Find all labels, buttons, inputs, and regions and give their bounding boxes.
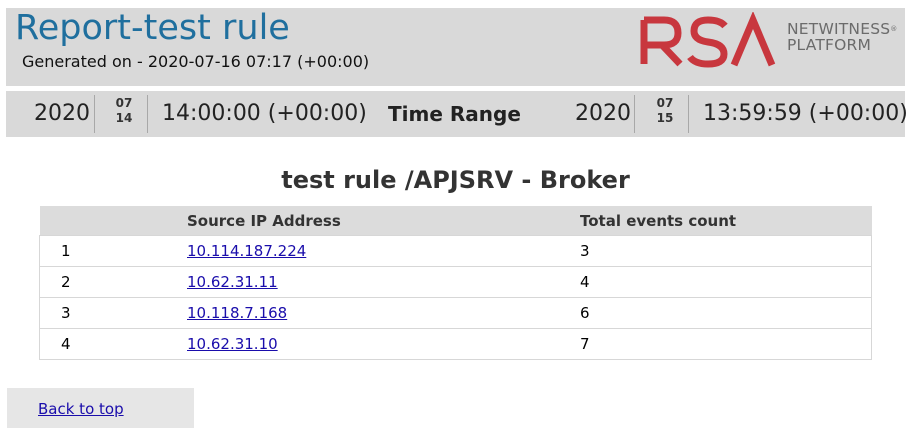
source-ip-cell: 10.118.7.168 bbox=[187, 297, 580, 329]
divider bbox=[634, 95, 635, 133]
event-count: 6 bbox=[580, 297, 872, 329]
source-ip-cell: 10.62.31.10 bbox=[187, 328, 580, 360]
source-ip-link[interactable]: 10.118.7.168 bbox=[187, 304, 287, 322]
back-to-top-link[interactable]: Back to top bbox=[38, 400, 124, 418]
report-title: Report-test rule bbox=[15, 8, 290, 48]
section-title: test rule /APJSRV - Broker bbox=[281, 166, 630, 194]
time-range-label: Time Range bbox=[388, 102, 521, 126]
time-range-bar: 2020 07 14 14:00:00 (+00:00) Time Range … bbox=[6, 91, 908, 137]
start-year: 2020 bbox=[34, 101, 90, 126]
divider bbox=[94, 95, 95, 133]
start-month: 07 bbox=[115, 96, 133, 110]
source-ip-link[interactable]: 10.114.187.224 bbox=[187, 242, 306, 260]
logo-reg-mark: ® bbox=[890, 25, 898, 33]
report-header: Report-test rule Generated on - 2020-07-… bbox=[6, 8, 905, 86]
start-day: 14 bbox=[115, 111, 133, 125]
back-to-top-panel: Back to top bbox=[7, 388, 194, 428]
results-table: Source IP Address Total events count 1 1… bbox=[39, 206, 872, 360]
divider bbox=[688, 95, 689, 133]
rsa-logo-mark-icon bbox=[640, 12, 776, 68]
column-header-total-events: Total events count bbox=[580, 206, 872, 236]
end-time: 13:59:59 (+00:00) bbox=[703, 101, 908, 126]
row-index: 3 bbox=[39, 297, 187, 329]
table-header-row: Source IP Address Total events count bbox=[39, 206, 872, 236]
start-month-day: 07 14 bbox=[110, 96, 138, 126]
source-ip-cell: 10.62.31.11 bbox=[187, 266, 580, 298]
table-row: 4 10.62.31.10 7 bbox=[39, 328, 872, 360]
logo-wordmark: NETWITNESS® PLATFORM bbox=[787, 21, 898, 53]
event-count: 7 bbox=[580, 328, 872, 360]
event-count: 3 bbox=[580, 235, 872, 267]
row-index: 2 bbox=[39, 266, 187, 298]
table-row: 2 10.62.31.11 4 bbox=[39, 266, 872, 298]
row-index: 4 bbox=[39, 328, 187, 360]
table-row: 3 10.118.7.168 6 bbox=[39, 297, 872, 329]
end-day: 15 bbox=[656, 111, 674, 125]
start-time: 14:00:00 (+00:00) bbox=[162, 101, 367, 126]
divider bbox=[147, 95, 148, 133]
table-row: 1 10.114.187.224 3 bbox=[39, 235, 872, 267]
column-header-index bbox=[39, 206, 187, 236]
logo-line2: PLATFORM bbox=[787, 36, 872, 54]
generated-timestamp: Generated on - 2020-07-16 07:17 (+00:00) bbox=[22, 52, 370, 71]
event-count: 4 bbox=[580, 266, 872, 298]
source-ip-link[interactable]: 10.62.31.10 bbox=[187, 335, 278, 353]
end-month: 07 bbox=[656, 96, 674, 110]
source-ip-link[interactable]: 10.62.31.11 bbox=[187, 273, 278, 291]
rsa-netwitness-logo: NETWITNESS® PLATFORM bbox=[638, 12, 900, 74]
end-year: 2020 bbox=[575, 101, 631, 126]
row-index: 1 bbox=[39, 235, 187, 267]
column-header-source-ip: Source IP Address bbox=[187, 206, 580, 236]
source-ip-cell: 10.114.187.224 bbox=[187, 235, 580, 267]
end-month-day: 07 15 bbox=[651, 96, 679, 126]
